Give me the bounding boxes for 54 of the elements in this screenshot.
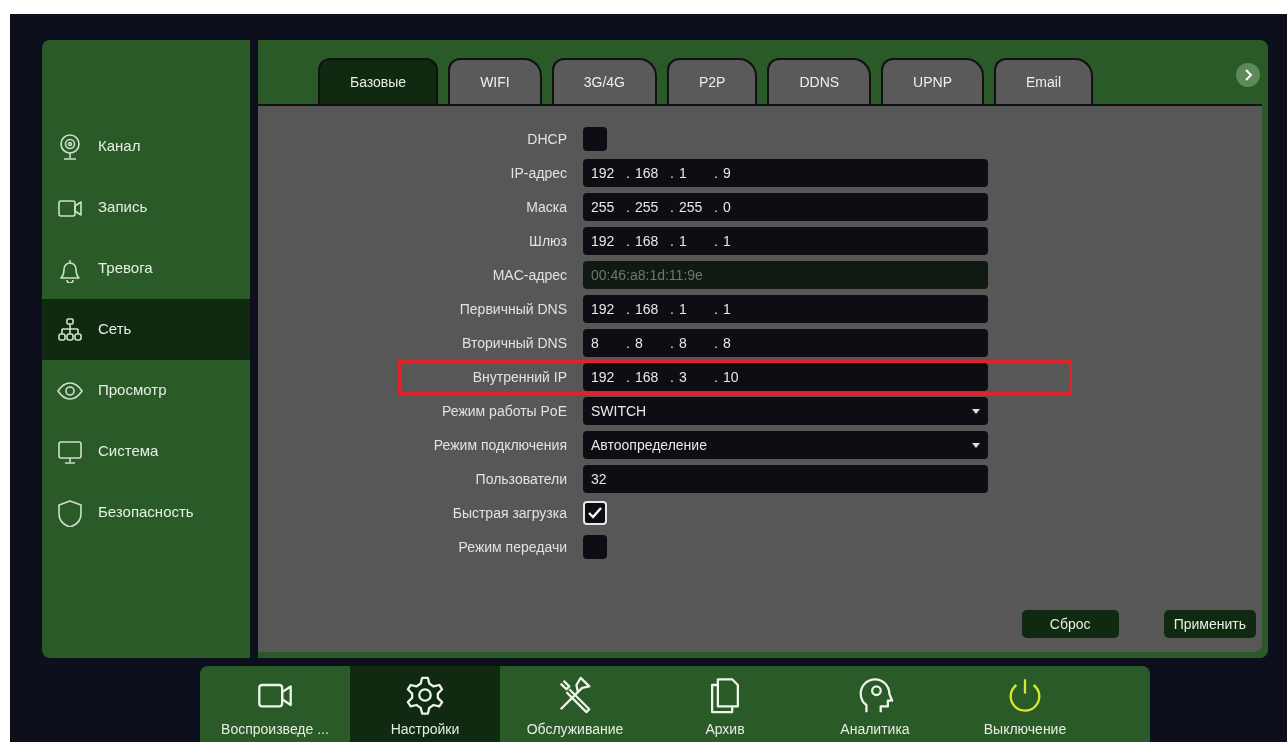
ip-address-field[interactable]: 192 . 168 . 1 . 1 bbox=[583, 295, 988, 323]
tab[interactable]: 3G/4G bbox=[551, 58, 657, 104]
sidebar-item[interactable]: Система bbox=[42, 421, 250, 482]
settings-icon bbox=[405, 675, 445, 715]
dock-item[interactable]: Аналитика bbox=[800, 666, 950, 742]
shield-icon bbox=[56, 498, 84, 527]
tab[interactable]: Email bbox=[994, 58, 1093, 104]
ip-address-field[interactable]: 192 . 168 . 1 . 9 bbox=[583, 159, 988, 187]
ip-address-field[interactable]: 192 . 168 . 3 . 10 bbox=[583, 363, 988, 391]
field-label: Режим работы PoE bbox=[441, 401, 568, 421]
field-label: Шлюз bbox=[528, 231, 568, 251]
dock-item[interactable]: Воспроизведе ... bbox=[200, 666, 350, 742]
checkbox[interactable] bbox=[583, 127, 607, 151]
field-label: Вторичный DNS bbox=[461, 333, 568, 353]
action-button[interactable]: Применить bbox=[1163, 610, 1256, 638]
dropdown[interactable]: Автоопределение bbox=[583, 431, 988, 459]
checkbox[interactable] bbox=[583, 535, 607, 559]
ip-address-field[interactable]: 192 . 168 . 1 . 1 bbox=[583, 227, 988, 255]
field-label: Режим подключения bbox=[432, 435, 568, 455]
checkmark-icon bbox=[587, 506, 603, 520]
field-label: Внутренний IP bbox=[471, 367, 568, 387]
tab[interactable]: P2P bbox=[666, 58, 758, 104]
tab[interactable]: Базовые bbox=[318, 58, 439, 104]
sidebar-item[interactable]: Безопасность bbox=[42, 482, 250, 543]
dock-item[interactable]: Выключение bbox=[950, 666, 1100, 742]
field-label: IP-адрес bbox=[509, 163, 568, 183]
checkbox[interactable] bbox=[583, 501, 607, 525]
field-label: Пользователи bbox=[474, 469, 568, 489]
sidebar-item[interactable]: Сеть bbox=[42, 299, 250, 360]
caret-icon bbox=[972, 408, 980, 414]
field-label: MAC-адрес bbox=[491, 265, 568, 285]
sidebar-item[interactable]: Канал bbox=[42, 116, 250, 177]
field-label: DHCP bbox=[526, 129, 568, 149]
field-label: Режим передачи bbox=[457, 537, 568, 557]
dock-item[interactable]: Обслуживание bbox=[500, 666, 650, 742]
tab[interactable]: WIFI bbox=[448, 58, 542, 104]
network-icon bbox=[56, 315, 84, 344]
input-field[interactable]: 32 bbox=[583, 465, 988, 493]
dropdown[interactable]: SWITCH bbox=[583, 397, 988, 425]
dock-item[interactable]: Настройки bbox=[350, 666, 500, 742]
field-label: Первичный DNS bbox=[458, 299, 568, 319]
action-button[interactable]: Сброс bbox=[1021, 610, 1119, 638]
field-label: Маска bbox=[525, 197, 568, 217]
ip-address-field[interactable]: 8 . 8 . 8 . 8 bbox=[583, 329, 988, 357]
input-field: 00:46:a8:1d:11:9e bbox=[583, 261, 988, 289]
tab[interactable]: DDNS bbox=[767, 58, 872, 104]
tab[interactable]: UPNP bbox=[881, 58, 984, 104]
field-label: Быстрая загрузка bbox=[451, 503, 568, 523]
dock-item[interactable]: Архив bbox=[650, 666, 800, 742]
sidebar-item[interactable]: Просмотр bbox=[42, 360, 250, 421]
sidebar-item[interactable]: Тревога bbox=[42, 238, 250, 299]
ip-address-field[interactable]: 255 . 255 . 255 . 0 bbox=[583, 193, 988, 221]
sidebar-item[interactable]: Запись bbox=[42, 177, 250, 238]
caret-icon bbox=[972, 442, 980, 448]
